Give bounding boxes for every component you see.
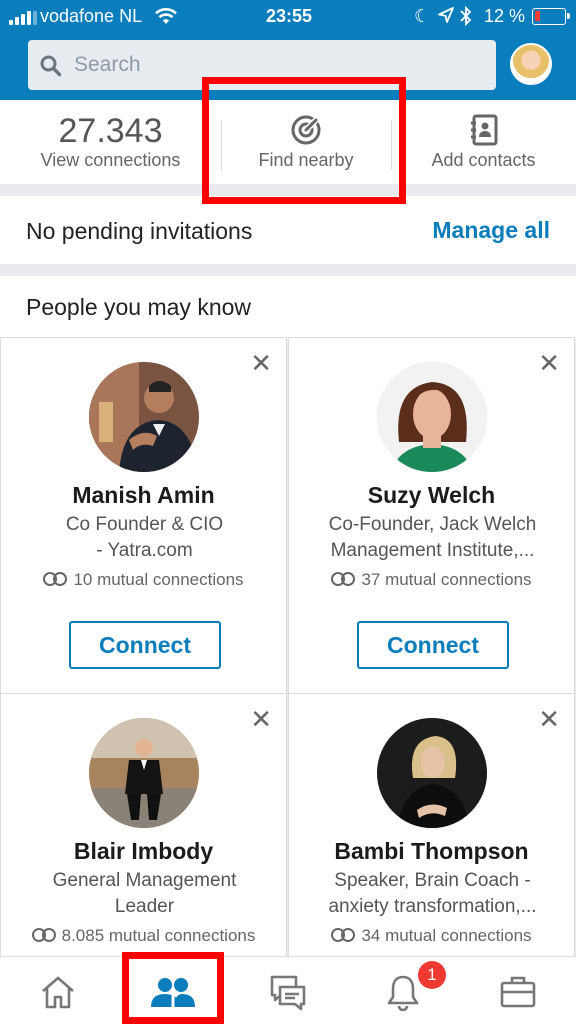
- pymk-title: People you may know: [26, 294, 252, 320]
- person-headline: Co Founder & CIO: [65, 514, 224, 535]
- bluetooth-icon: [460, 5, 472, 31]
- app-root: vodafone NL 23:55 ☾ 12 % Search 27.343 V…: [0, 0, 576, 1024]
- signal-icon: [9, 11, 37, 25]
- battery-percent: 12 %: [484, 6, 526, 26]
- profile-avatar[interactable]: [510, 43, 552, 85]
- close-icon[interactable]: ✕: [538, 706, 560, 732]
- mutual-connections-icon: [331, 928, 357, 942]
- tab-home[interactable]: [0, 957, 115, 1024]
- person-headline: - Yatra.com: [96, 540, 193, 561]
- person-card[interactable]: ✕ Bambi Thompson Speaker, Brain Coach - …: [288, 693, 575, 957]
- moon-icon: ☾: [414, 6, 431, 26]
- add-contacts-label: Add contacts: [431, 150, 536, 170]
- manage-all-link[interactable]: Manage all: [432, 217, 550, 244]
- person-headline: anxiety transformation,...: [328, 896, 537, 917]
- tab-jobs[interactable]: [460, 957, 575, 1024]
- connections-count: 27.343: [58, 112, 163, 150]
- person-name[interactable]: Bambi Thompson: [289, 838, 574, 865]
- close-icon[interactable]: ✕: [538, 350, 560, 376]
- address-book-icon: [470, 114, 497, 146]
- invitations-status: No pending invitations: [26, 218, 253, 244]
- status-time: 23:55: [266, 6, 313, 26]
- bell-icon: [387, 975, 418, 1011]
- person-card[interactable]: ✕ Manish Amin Co Founder & CIO - Yatra.c…: [0, 337, 287, 694]
- search-placeholder: Search: [74, 53, 141, 76]
- battery-icon: [532, 8, 570, 25]
- messaging-icon: [270, 975, 305, 1011]
- pymk-header: People you may know: [0, 276, 576, 338]
- person-photo: [89, 718, 199, 828]
- view-connections-label: View connections: [40, 150, 181, 170]
- mutual-connections-icon: [43, 572, 69, 586]
- close-icon[interactable]: ✕: [250, 706, 272, 732]
- person-photo: [377, 362, 487, 472]
- person-headline: General Management: [52, 870, 237, 891]
- person-headline: Management Institute,...: [330, 540, 535, 561]
- highlight-box: [122, 952, 224, 1024]
- connect-button[interactable]: Connect: [69, 621, 221, 669]
- person-photo: [377, 718, 487, 828]
- bottom-tab-bar: [0, 956, 576, 1024]
- view-connections-button[interactable]: 27.343 View connections: [0, 100, 221, 184]
- notifications-badge: 1: [418, 961, 446, 989]
- person-headline: Co-Founder, Jack Welch: [328, 514, 537, 535]
- mutual-connections: 37 mutual connections: [289, 570, 574, 590]
- add-contacts-button[interactable]: Add contacts: [391, 100, 576, 184]
- location-arrow-icon: [438, 6, 454, 29]
- highlight-box: [202, 77, 406, 204]
- connect-button[interactable]: Connect: [357, 621, 509, 669]
- person-headline: Leader: [114, 896, 175, 917]
- invitations-row: No pending invitations Manage all: [0, 196, 576, 264]
- mutual-connections: 8.085 mutual connections: [1, 926, 286, 946]
- mutual-connections-icon: [331, 572, 357, 586]
- home-icon: [41, 976, 74, 1009]
- close-icon[interactable]: ✕: [250, 350, 272, 376]
- person-headline: Speaker, Brain Coach -: [334, 870, 531, 891]
- mutual-connections: 34 mutual connections: [289, 926, 574, 946]
- wifi-icon: [154, 7, 178, 30]
- status-bar: vodafone NL 23:55 ☾ 12 %: [0, 0, 576, 34]
- search-icon: [40, 55, 62, 77]
- person-card[interactable]: ✕ Suzy Welch Co-Founder, Jack Welch Mana…: [288, 337, 575, 694]
- person-card[interactable]: ✕ Blair Imbody General Management Leader…: [0, 693, 287, 957]
- person-name[interactable]: Suzy Welch: [289, 482, 574, 509]
- mutual-connections-icon: [31, 928, 58, 942]
- mutual-connections: 10 mutual connections: [1, 570, 286, 590]
- person-name[interactable]: Blair Imbody: [1, 838, 286, 865]
- person-name[interactable]: Manish Amin: [1, 482, 286, 509]
- carrier-name: vodafone NL: [40, 6, 143, 26]
- briefcase-icon: [500, 976, 535, 1008]
- tab-messaging[interactable]: [230, 957, 345, 1024]
- person-photo: [89, 362, 199, 472]
